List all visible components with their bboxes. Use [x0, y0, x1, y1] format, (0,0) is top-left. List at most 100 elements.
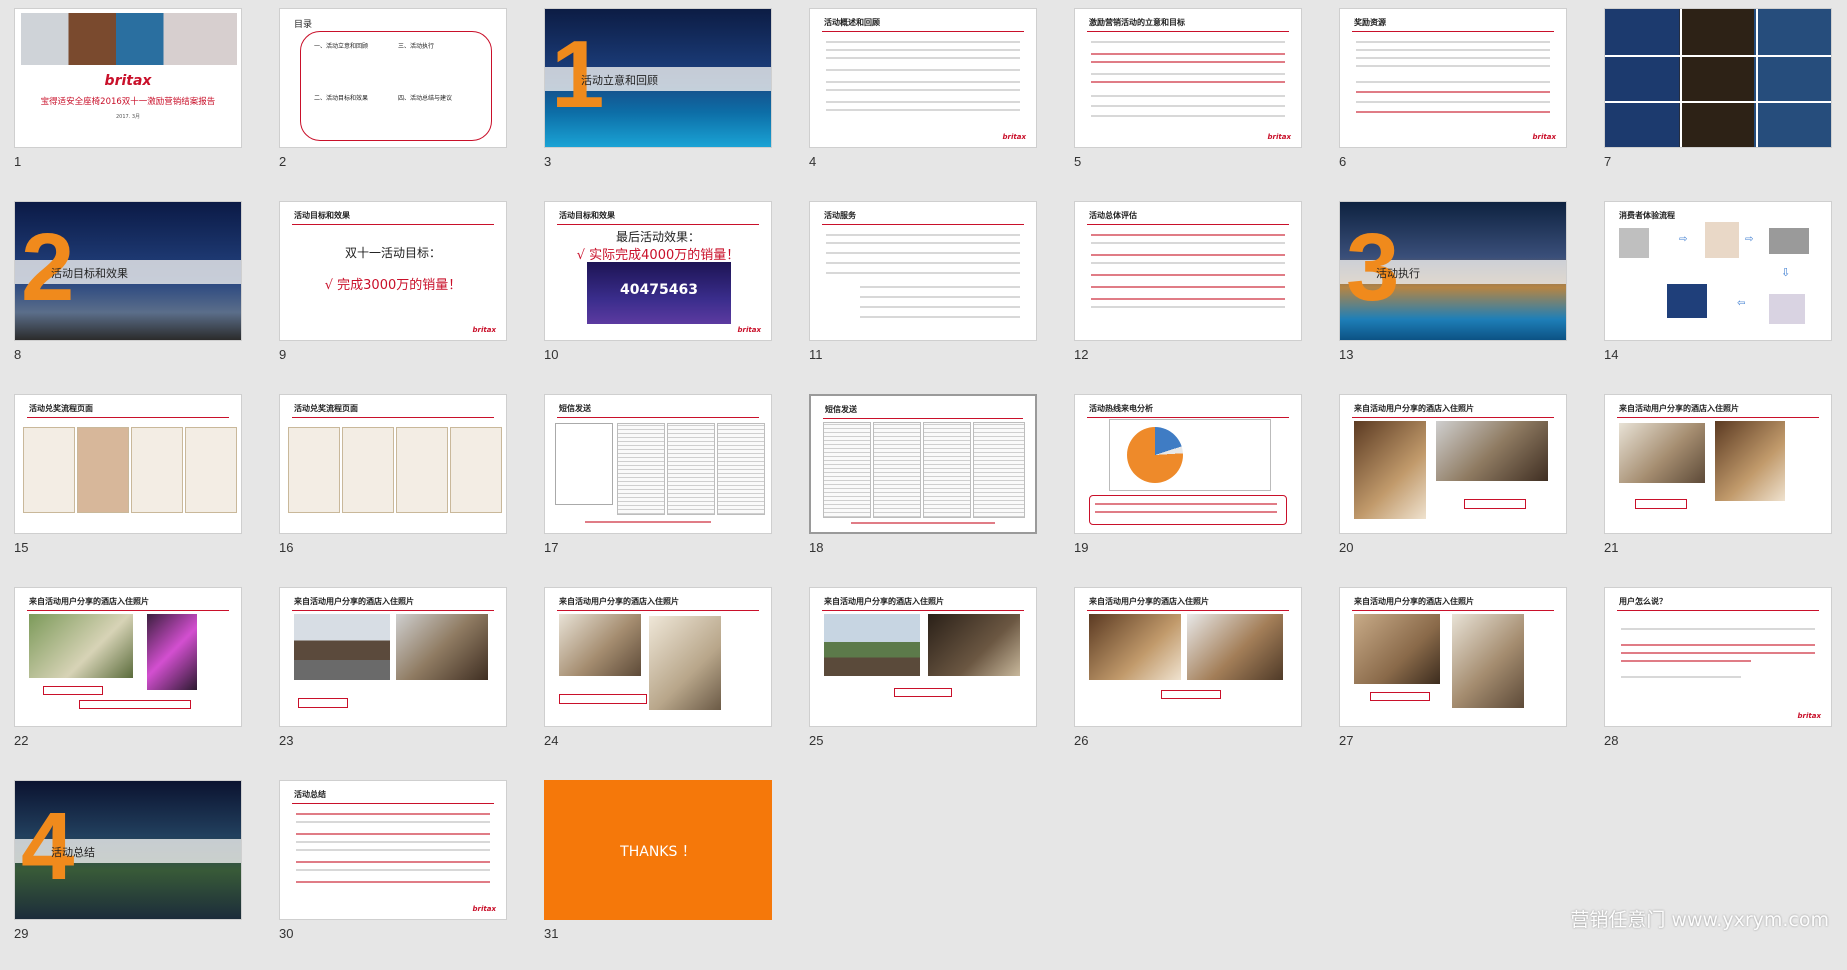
- slide-thumb-19[interactable]: 活动热线来电分析 19: [1074, 394, 1306, 584]
- slide-11[interactable]: 活动服务: [809, 201, 1037, 341]
- slide-31[interactable]: THANKS ！: [544, 780, 772, 920]
- title-rule: [1087, 31, 1289, 32]
- goal-highlight: √ 完成3000万的销量！: [324, 278, 462, 293]
- slide-17[interactable]: 短信发送: [544, 394, 772, 534]
- slide-number: 26: [1074, 733, 1089, 748]
- slide-thumb-3[interactable]: 1 活动立意和回顾 3: [544, 8, 776, 198]
- flow-photo: [1769, 228, 1809, 254]
- text-line: [1091, 53, 1285, 55]
- slide-30[interactable]: 活动总结 britax: [279, 780, 507, 920]
- slide-thumb-14[interactable]: 消费者体验流程 ⇨ ⇨ ⇩ ⇦ 14: [1604, 201, 1836, 391]
- slide-6[interactable]: 奖励资源 britax: [1339, 8, 1567, 148]
- slide-number: 4: [809, 154, 817, 169]
- slide-5[interactable]: 激励营销活动的立意和目标 britax: [1074, 8, 1302, 148]
- text-line: [1091, 274, 1285, 276]
- caption-box: [1635, 499, 1687, 509]
- slide-thumb-16[interactable]: 活动兑奖流程页面 16: [279, 394, 511, 584]
- slide-thumb-1[interactable]: britax 宝得适安全座椅2016双十一激励营销结案报告 2017. 3月 1: [14, 8, 246, 198]
- slide-thumb-7[interactable]: 7: [1604, 8, 1836, 198]
- slide-thumb-26[interactable]: 来自活动用户分享的酒店入住照片 26: [1074, 587, 1306, 777]
- text-line: [826, 49, 1020, 51]
- goal-headline: 双十一活动目标：: [344, 246, 441, 260]
- text-line: [826, 252, 1020, 254]
- slide-2[interactable]: 目录 一、活动立意和回顾 二、活动目标和效果 三、活动执行 四、活动总结与建议: [279, 8, 507, 148]
- slide-25[interactable]: 来自活动用户分享的酒店入住照片: [809, 587, 1037, 727]
- slide-title: 活动服务: [824, 211, 856, 220]
- slide-thumb-2[interactable]: 目录 一、活动立意和回顾 二、活动目标和效果 三、活动执行 四、活动总结与建议 …: [279, 8, 511, 198]
- slide-thumb-11[interactable]: 活动服务 11: [809, 201, 1041, 391]
- flow-photo: [1619, 228, 1649, 258]
- slide-thumb-25[interactable]: 来自活动用户分享的酒店入住照片 25: [809, 587, 1041, 777]
- slide-18[interactable]: 短信发送: [809, 394, 1037, 534]
- hotel-photo: [1354, 421, 1426, 519]
- result-headline: 最后活动效果：: [615, 230, 700, 244]
- slide-number: 23: [279, 733, 294, 748]
- slide-thumb-21[interactable]: 来自活动用户分享的酒店入住照片 21: [1604, 394, 1836, 584]
- slide-thumb-22[interactable]: 来自活动用户分享的酒店入住照片 22: [14, 587, 246, 777]
- text-line: [1091, 81, 1285, 83]
- slide-title: 目录: [294, 20, 313, 30]
- slide-title: 消费者体验流程: [1619, 211, 1675, 220]
- slide-thumb-18[interactable]: 短信发送 18: [809, 394, 1041, 584]
- hotel-photo: [559, 614, 641, 676]
- slide-thumb-13[interactable]: 3 活动执行 13: [1339, 201, 1571, 391]
- product-photos: [21, 13, 237, 65]
- hotel-photo: [1619, 423, 1705, 483]
- text-line: [296, 833, 490, 835]
- slide-23[interactable]: 来自活动用户分享的酒店入住照片: [279, 587, 507, 727]
- slide-7[interactable]: [1604, 8, 1832, 148]
- slide-1[interactable]: britax 宝得适安全座椅2016双十一激励营销结案报告 2017. 3月: [14, 8, 242, 148]
- slide-title: 用户怎么说？: [1619, 597, 1667, 606]
- slide-thumb-17[interactable]: 短信发送 17: [544, 394, 776, 584]
- title-rule: [822, 31, 1024, 32]
- slide-21[interactable]: 来自活动用户分享的酒店入住照片: [1604, 394, 1832, 534]
- slide-number: 24: [544, 733, 559, 748]
- slide-thumb-5[interactable]: 激励营销活动的立意和目标 britax 5: [1074, 8, 1306, 198]
- slide-thumb-24[interactable]: 来自活动用户分享的酒店入住照片 24: [544, 587, 776, 777]
- slide-title: 短信发送: [825, 405, 857, 414]
- slide-8[interactable]: 2 活动目标和效果: [14, 201, 242, 341]
- slide-thumb-12[interactable]: 活动总体评估 12: [1074, 201, 1306, 391]
- brand-logo: britax: [104, 73, 152, 89]
- slide-title: 短信发送: [559, 404, 591, 413]
- slide-14[interactable]: 消费者体验流程 ⇨ ⇨ ⇩ ⇦: [1604, 201, 1832, 341]
- slide-26[interactable]: 来自活动用户分享的酒店入住照片: [1074, 587, 1302, 727]
- text-line: [826, 272, 1020, 274]
- slide-12[interactable]: 活动总体评估: [1074, 201, 1302, 341]
- slide-thumb-28[interactable]: 用户怎么说？ britax 28: [1604, 587, 1836, 777]
- slide-27[interactable]: 来自活动用户分享的酒店入住照片: [1339, 587, 1567, 727]
- text-line: [296, 841, 490, 843]
- slide-28[interactable]: 用户怎么说？ britax: [1604, 587, 1832, 727]
- slide-22[interactable]: 来自活动用户分享的酒店入住照片: [14, 587, 242, 727]
- text-line: [1095, 503, 1277, 505]
- slide-thumb-6[interactable]: 奖励资源 britax 6: [1339, 8, 1571, 198]
- slide-10[interactable]: 活动目标和效果 最后活动效果： √ 实际完成4000万的销量！ 40475463…: [544, 201, 772, 341]
- slide-29[interactable]: 4 活动总结: [14, 780, 242, 920]
- slide-title: 活动目标和效果: [559, 211, 615, 220]
- slide-16[interactable]: 活动兑奖流程页面: [279, 394, 507, 534]
- text-line: [1356, 111, 1550, 113]
- slide-thumb-4[interactable]: 活动概述和回顾 britax 4: [809, 8, 1041, 198]
- slide-13[interactable]: 3 活动执行: [1339, 201, 1567, 341]
- slide-thumb-9[interactable]: 活动目标和效果 双十一活动目标： √ 完成3000万的销量！ britax 9: [279, 201, 511, 391]
- slide-15[interactable]: 活动兑奖流程页面: [14, 394, 242, 534]
- toc-item-4: 四、活动总结与建议: [398, 95, 453, 102]
- slide-thumb-20[interactable]: 来自活动用户分享的酒店入住照片 20: [1339, 394, 1571, 584]
- slide-9[interactable]: 活动目标和效果 双十一活动目标： √ 完成3000万的销量！ britax: [279, 201, 507, 341]
- slide-thumb-27[interactable]: 来自活动用户分享的酒店入住照片 27: [1339, 587, 1571, 777]
- slide-20[interactable]: 来自活动用户分享的酒店入住照片: [1339, 394, 1567, 534]
- slide-title: 活动概述和回顾: [824, 18, 880, 27]
- slide-4[interactable]: 活动概述和回顾 britax: [809, 8, 1037, 148]
- slide-thumb-10[interactable]: 活动目标和效果 最后活动效果： √ 实际完成4000万的销量！ 40475463…: [544, 201, 776, 391]
- title-rule: [27, 417, 229, 418]
- title-rule: [1087, 417, 1289, 418]
- caption-box: [1370, 692, 1430, 701]
- slide-24[interactable]: 来自活动用户分享的酒店入住照片: [544, 587, 772, 727]
- text-line: [1091, 105, 1285, 107]
- slide-3[interactable]: 1 活动立意和回顾: [544, 8, 772, 148]
- slide-19[interactable]: 活动热线来电分析: [1074, 394, 1302, 534]
- slide-thumb-23[interactable]: 来自活动用户分享的酒店入住照片 23: [279, 587, 511, 777]
- slide-thumb-8[interactable]: 2 活动目标和效果 8: [14, 201, 246, 391]
- slide-thumb-15[interactable]: 活动兑奖流程页面 15: [14, 394, 246, 584]
- text-line: [1091, 234, 1285, 236]
